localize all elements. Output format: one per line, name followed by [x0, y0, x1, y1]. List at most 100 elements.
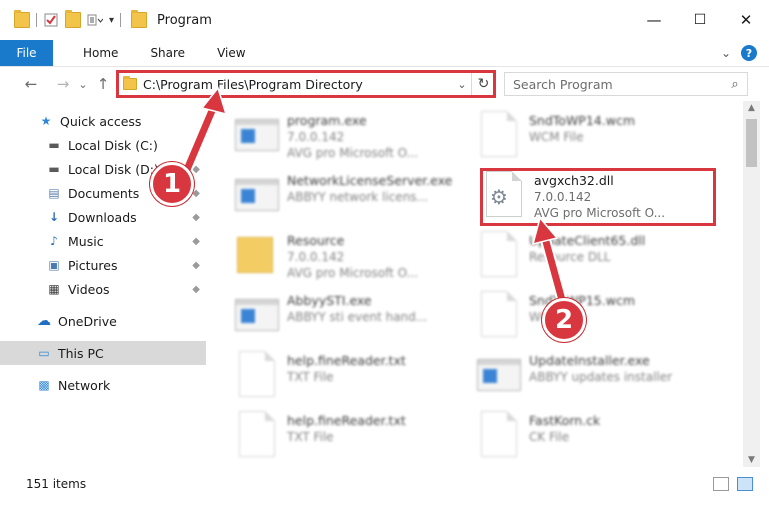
file-detail: 7.0.0.142	[287, 130, 345, 144]
help-icon[interactable]: ?	[741, 45, 757, 61]
ribbon-tabs: File Home Share View ⌄ ?	[0, 40, 769, 67]
file-name: FastKorn.ck	[529, 413, 601, 428]
list-item[interactable]: NetworkLicenseServer.exe ABBYY network li…	[233, 167, 483, 229]
file-name: avgxch32.dll	[534, 173, 614, 188]
list-item[interactable]: FastKorn.ck CK File	[475, 407, 725, 467]
navigation-pane: ★ Quick access ▬ Local Disk (C:) ◆ ▬ Loc…	[0, 105, 206, 467]
address-dropdown-icon[interactable]: ⌄	[453, 78, 471, 91]
document-icon	[475, 291, 523, 341]
scroll-down-icon[interactable]: ▼	[743, 455, 760, 465]
star-icon: ★	[40, 114, 52, 128]
file-name: SndToWP15.wcm	[529, 293, 635, 308]
tab-home[interactable]: Home	[53, 40, 132, 66]
scrollbar-thumb[interactable]	[746, 119, 757, 167]
file-name: UpdateInstaller.exe	[529, 353, 650, 368]
sidebar-item-label: Network	[58, 377, 111, 393]
file-detail: ABBYY network licens...	[287, 190, 428, 204]
sidebar-item-quick-access[interactable]: ★ Quick access	[0, 109, 206, 133]
details-view-icon[interactable]	[713, 477, 729, 491]
toolbar-dropdown-icon[interactable]: ▾	[109, 15, 114, 26]
file-detail: CK File	[529, 430, 570, 444]
refresh-button[interactable]: ↻	[471, 72, 495, 96]
sidebar-item-onedrive[interactable]: ☁ OneDrive	[0, 309, 206, 333]
list-item[interactable]: Resource 7.0.0.142 AVG pro Microsoft O...	[233, 227, 483, 289]
recent-locations-button[interactable]: ⌄	[76, 78, 90, 91]
folder-icon	[233, 231, 281, 281]
file-name: program.exe	[287, 113, 367, 128]
file-detail: 7.0.0.142	[534, 190, 592, 204]
window-title: Program	[157, 12, 212, 28]
pin-icon: ◆	[192, 283, 200, 295]
sidebar-item-local-disk-c[interactable]: ▬ Local Disk (C:) ◆	[0, 133, 206, 157]
tab-share[interactable]: Share	[132, 40, 199, 66]
sidebar-item-label: Documents	[68, 185, 140, 201]
search-icon[interactable]: ⌕	[723, 77, 747, 92]
list-item[interactable]: UpdateClient65.dll Resource DLL	[475, 227, 725, 289]
item-count: 151 items	[26, 477, 87, 491]
list-item[interactable]: help.fineReader.txt TXT File	[233, 407, 483, 467]
tab-view[interactable]: View	[199, 40, 259, 66]
file-detail: TXT File	[287, 370, 334, 384]
sidebar-item-label: Pictures	[68, 257, 118, 273]
title-bar: ▾ Program — ☐ ✕	[0, 0, 769, 40]
music-icon: ♪	[50, 234, 58, 248]
sidebar-item-label: Music	[68, 233, 104, 249]
forward-button[interactable]: →	[50, 75, 76, 93]
file-name: help.fineReader.txt	[287, 413, 406, 428]
close-button[interactable]: ✕	[723, 0, 769, 40]
folder-icon[interactable]	[14, 10, 30, 28]
sidebar-item-pictures[interactable]: ▣ Pictures ◆	[0, 253, 206, 277]
list-item[interactable]: SndToWP15.wcmWCM File	[475, 287, 725, 349]
sidebar-item-label: OneDrive	[58, 313, 117, 329]
sidebar-item-network[interactable]: ▩ Network	[0, 373, 206, 397]
view-toggle	[713, 477, 753, 491]
back-button[interactable]: ←	[18, 75, 44, 93]
list-item[interactable]: AbbyySTI.exe ABBYY sti event hand...	[233, 287, 483, 349]
pc-icon: ▭	[38, 346, 50, 360]
pin-icon: ◆	[192, 235, 200, 247]
sidebar-item-downloads[interactable]: ↓ Downloads ◆	[0, 205, 206, 229]
file-name: AbbyySTI.exe	[287, 293, 372, 308]
up-button[interactable]: ↑	[90, 75, 116, 93]
pin-icon: ◆	[192, 187, 200, 199]
vertical-scrollbar[interactable]: ▲ ▼	[743, 101, 760, 467]
folder-icon	[123, 76, 137, 90]
pin-icon: ◆	[192, 163, 200, 175]
large-icons-view-icon[interactable]	[737, 477, 753, 491]
sidebar-item-videos[interactable]: ▦ Videos ◆	[0, 277, 206, 301]
file-detail: AVG pro Microsoft O...	[287, 266, 419, 280]
address-bar[interactable]: C:\Program Files\Program Directory ⌄ ↻	[116, 71, 496, 97]
list-item[interactable]: help.fineReader.txt TXT File	[233, 347, 483, 409]
file-name: SndToWP14.wcm	[529, 113, 635, 128]
sidebar-item-label: Quick access	[60, 113, 142, 129]
toolbar-divider	[36, 13, 37, 27]
search-input[interactable]	[505, 73, 723, 95]
file-detail: 7.0.0.142	[287, 250, 345, 264]
file-detail: Resource DLL	[529, 250, 611, 264]
list-item[interactable]: SndToWP14.wcm WCM File	[475, 107, 725, 169]
tab-file[interactable]: File	[0, 40, 53, 66]
maximize-button[interactable]: ☐	[677, 0, 723, 40]
file-detail: WCM File	[529, 130, 584, 144]
downloads-icon: ↓	[48, 210, 60, 224]
ribbon-right: ⌄ ?	[721, 40, 769, 66]
pin-icon: ◆	[192, 139, 200, 151]
dll-icon: ⚙	[480, 171, 528, 221]
search-box[interactable]: ⌕	[504, 72, 748, 96]
address-path[interactable]: C:\Program Files\Program Directory	[143, 77, 453, 92]
scroll-up-icon[interactable]: ▲	[743, 103, 760, 113]
toolbar-divider	[120, 13, 122, 27]
list-item-selected-dll[interactable]: ⚙ avgxch32.dll 7.0.0.142 AVG pro Microsoft…	[480, 167, 730, 229]
sidebar-item-music[interactable]: ♪ Music ◆	[0, 229, 206, 253]
expand-ribbon-icon[interactable]: ⌄	[721, 46, 731, 60]
list-item[interactable]: program.exe 7.0.0.142 AVG pro Microsoft O.…	[233, 107, 483, 169]
list-item[interactable]: UpdateInstaller.exe ABBYY updates install…	[475, 347, 725, 409]
new-folder-icon[interactable]	[65, 10, 81, 28]
minimize-button[interactable]: —	[631, 0, 677, 40]
properties-icon[interactable]	[43, 12, 59, 28]
sidebar-item-this-pc[interactable]: ▭ This PC	[0, 341, 206, 365]
exe-icon	[233, 291, 281, 341]
customize-toolbar-icon[interactable]	[87, 12, 104, 28]
exe-icon	[233, 171, 281, 221]
file-detail: AVG pro Microsoft O...	[287, 146, 419, 160]
